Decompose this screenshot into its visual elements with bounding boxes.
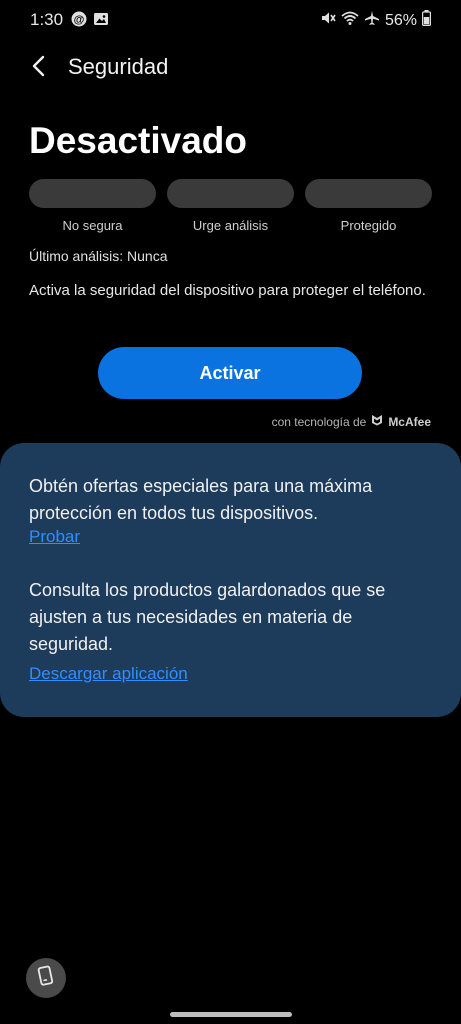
try-link[interactable]: Probar [29,527,80,547]
security-description: Activa la seguridad del dispositivo para… [29,282,426,299]
security-state-title: Desactivado [29,120,247,161]
status-right-icons: 56% [320,10,432,31]
offer-text: Obtén ofertas especiales para una máxima… [29,476,373,523]
wifi-icon [341,10,359,31]
mcafee-brand-text: McAfee [388,415,431,429]
svg-text:@: @ [74,14,85,26]
mute-icon [320,10,336,31]
phone-rotate-icon [36,965,56,992]
threads-icon: @ [71,11,87,32]
back-arrow-icon[interactable] [26,52,54,80]
status-left-icons: @ [71,11,109,32]
level-segment-not-secure [29,179,156,208]
battery-percentage: 56% [384,11,417,29]
last-scan-text: Último análisis: Nunca [29,248,168,264]
powered-by: con tecnología de McAfee [272,413,431,431]
battery-icon [422,10,432,31]
status-time: 1:30 [30,10,64,29]
device-rotate-button[interactable] [26,958,66,998]
level-label-scan-needed: Urge análisis [192,218,269,233]
level-segment-protected [305,179,432,208]
status-bar: 1:30 @ 56% [0,0,461,40]
level-label-not-secure: No segura [62,218,123,233]
mcafee-logo-icon [371,413,383,431]
download-app-link[interactable]: Descargar aplicación [29,664,188,684]
powered-by-text: con tecnología de [271,415,367,429]
level-segment-scan-needed [167,179,294,208]
page-title: Seguridad [68,54,169,79]
products-text: Consulta los productos galardonados que … [29,580,386,654]
gesture-nav-handle[interactable] [170,1012,292,1017]
level-label-protected: Protegido [340,218,397,233]
security-level-bar [29,179,432,208]
airplane-icon [364,10,380,31]
image-icon [93,11,109,32]
header: Seguridad [0,46,461,86]
offers-card: Obtén ofertas especiales para una máxima… [0,443,461,717]
activate-button[interactable]: Activar [98,347,362,399]
